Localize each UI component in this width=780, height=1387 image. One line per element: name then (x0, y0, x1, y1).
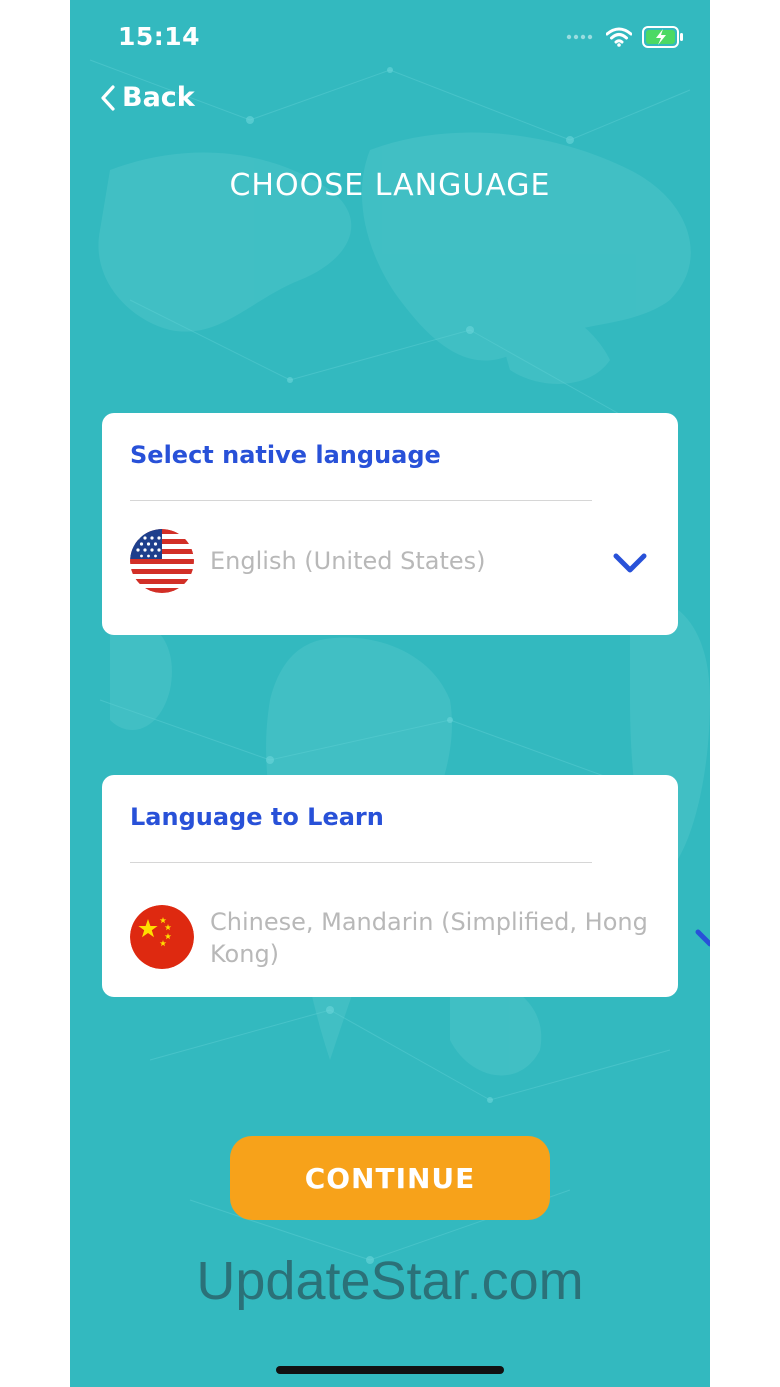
native-language-card[interactable]: Select native language English (United S… (102, 413, 678, 635)
us-flag-icon (130, 529, 194, 593)
continue-button[interactable]: CONTINUE (230, 1136, 550, 1220)
divider (130, 862, 592, 863)
back-button[interactable]: Back (100, 82, 195, 113)
chevron-down-icon[interactable] (610, 548, 650, 578)
native-language-value: English (United States) (210, 547, 486, 575)
battery-charging-icon (642, 26, 683, 48)
watermark-text: UpdateStar.com (196, 1251, 584, 1311)
learn-language-value: Chinese, Mandarin (Simplified, Hong Kong… (210, 908, 648, 968)
chevron-down-icon[interactable] (694, 922, 710, 952)
wifi-icon (606, 27, 632, 47)
native-language-heading: Select native language (130, 441, 441, 469)
divider (130, 500, 592, 501)
chevron-left-icon (101, 84, 115, 111)
back-label: Back (122, 82, 195, 113)
page-title: CHOOSE LANGUAGE (229, 168, 551, 203)
status-icons (566, 26, 684, 48)
learn-language-heading: Language to Learn (130, 803, 384, 831)
status-time: 15:14 (118, 22, 201, 51)
learn-language-card[interactable]: Language to Learn Chinese, Mandarin (Sim… (102, 775, 678, 997)
language-selection-screen: 15:14 Back CHOOSE LANGUAGE Select native… (70, 0, 710, 1387)
home-indicator (276, 1366, 504, 1374)
signal-dots-icon (566, 34, 593, 40)
china-flag-icon (130, 905, 194, 969)
status-bar: 15:14 (70, 0, 710, 80)
